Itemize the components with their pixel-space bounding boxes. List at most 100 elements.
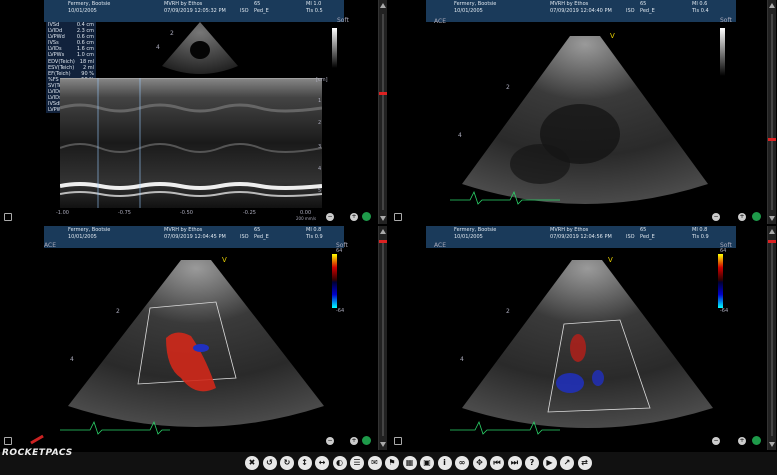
preset-label: Ped_E [640, 8, 655, 14]
grayscale-bar [332, 28, 337, 68]
mmode-time-tick: -1.00 [56, 210, 69, 216]
zoom-out-button[interactable]: − [326, 213, 334, 221]
scroll-up-arrow[interactable] [769, 229, 775, 234]
flip-horizontal-icon[interactable]: ↔ [315, 456, 329, 470]
scroll-down-arrow[interactable] [769, 442, 775, 447]
pane-header: Fermery, Bootsie 10/01/2005 MVRH by Etho… [44, 0, 344, 22]
timestamp: 07/09/2019 12:04:45 PM [164, 234, 226, 240]
lock-icon[interactable] [4, 437, 12, 445]
patient-dob: 10/01/2005 [68, 234, 97, 240]
lock-icon[interactable] [4, 213, 12, 221]
mail-icon[interactable]: ✉ [367, 456, 382, 470]
scroll-up-arrow[interactable] [769, 3, 775, 8]
patient-dob: 10/01/2005 [454, 234, 483, 240]
play-icon[interactable]: ▶ [542, 456, 557, 470]
mmode-time-tick: -0.25 [243, 210, 256, 216]
depth-mark: 4 [156, 44, 160, 51]
move-icon[interactable]: ✥ [472, 456, 487, 470]
iso-label: ISO [626, 8, 635, 14]
flag-icon[interactable]: ⚑ [385, 456, 399, 470]
timestamp: 07/09/2019 12:05:32 PM [164, 8, 226, 14]
frame-slider-top-left[interactable] [378, 0, 387, 224]
db-value: 65 [640, 227, 647, 233]
help-icon[interactable]: ? [525, 456, 539, 470]
slider-knob[interactable] [379, 92, 387, 95]
zoom-out-button[interactable]: − [326, 437, 334, 445]
ecg-trace [450, 420, 560, 435]
system-name: MVRH by Ethos [164, 227, 203, 233]
tis-value: TIs 0.9 [692, 234, 709, 240]
mmode-cm-label: [cm] [316, 77, 328, 83]
grayscale-bar [720, 28, 725, 76]
grid-icon[interactable]: ▦ [402, 456, 417, 470]
frame-slider-top-right[interactable] [767, 0, 776, 224]
mi-value: MI 1.0 [306, 1, 322, 7]
invert-icon[interactable]: ◐ [332, 456, 347, 470]
gain-button[interactable] [362, 212, 371, 221]
m-mode-display [59, 77, 323, 208]
slider-knob[interactable] [379, 240, 387, 243]
mmode-time-unit: 200 mm/s [296, 216, 317, 221]
zoom-in-button[interactable]: + [350, 437, 358, 445]
viewport-top-left[interactable]: Fermery, Bootsie 10/01/2005 MVRH by Etho… [0, 0, 373, 224]
zoom-out-button[interactable]: − [712, 437, 720, 445]
first-frame-icon[interactable]: ⏮ [490, 456, 504, 470]
probe-orientation-marker: V [610, 32, 615, 40]
last-frame-icon[interactable]: ⏭ [507, 456, 522, 470]
zoom-in-button[interactable]: + [738, 437, 746, 445]
iso-label: ISO [240, 8, 249, 14]
flip-vertical-icon[interactable]: ↕ [297, 456, 312, 470]
list-icon[interactable]: ☰ [350, 456, 364, 470]
patient-dob: 10/01/2005 [454, 8, 483, 14]
zoom-out-button[interactable]: − [712, 213, 720, 221]
frame-slider-bottom-right[interactable] [767, 226, 776, 450]
viewport-bottom-left[interactable]: Fermery, Bootsie 10/01/2005 MVRH by Etho… [0, 226, 373, 450]
info-icon[interactable]: i [437, 456, 452, 470]
patient-name: Fermery, Bootsie [454, 1, 497, 7]
scroll-up-arrow[interactable] [380, 229, 386, 234]
2d-sector-thumbnail [162, 22, 238, 74]
share-icon[interactable]: ↗ [560, 456, 574, 470]
lock-icon[interactable] [394, 213, 402, 221]
rotate-left-icon[interactable]: ↺ [262, 456, 277, 470]
slider-knob[interactable] [768, 138, 776, 141]
mmode-time-tick: -0.50 [180, 210, 193, 216]
preset-label: Ped_E [254, 234, 269, 240]
layout-icon[interactable]: ▣ [420, 456, 434, 470]
viewport-bottom-right[interactable]: Fermery, Bootsie 10/01/2005 MVRH by Etho… [390, 226, 765, 450]
preset-label: Ped_E [254, 8, 269, 14]
gain-button[interactable] [362, 436, 371, 445]
zoom-in-button[interactable]: + [350, 213, 358, 221]
depth-mark: 2 [506, 308, 510, 315]
rotate-right-icon[interactable]: ↻ [280, 456, 294, 470]
link-icon[interactable]: ∞ [455, 456, 469, 470]
ecg-trace [60, 420, 170, 435]
mmode-depth-tick: 2 [318, 120, 322, 126]
scroll-down-arrow[interactable] [380, 442, 386, 447]
swap-icon[interactable]: ⇄ [577, 456, 592, 470]
gain-button[interactable] [752, 436, 761, 445]
velocity-scale-bottom: -64 [720, 308, 729, 314]
depth-mark: 4 [70, 356, 74, 363]
mi-value: MI 0.6 [692, 1, 708, 7]
pane-header: Fermery, Bootsie 10/01/2005 MVRH by Etho… [426, 0, 736, 22]
gain-button[interactable] [752, 212, 761, 221]
tis-value: TIs 0.5 [306, 8, 323, 14]
patient-name: Fermery, Bootsie [68, 227, 111, 233]
velocity-scale-bottom: -64 [336, 308, 345, 314]
m-mode-trace [59, 77, 323, 208]
viewport-top-right[interactable]: Fermery, Bootsie 10/01/2005 MVRH by Etho… [390, 0, 765, 224]
timestamp: 07/09/2019 12:04:56 PM [550, 234, 612, 240]
color-scale-bar [718, 254, 723, 308]
depth-mark: 2 [170, 30, 174, 37]
scroll-up-arrow[interactable] [380, 3, 386, 8]
scroll-down-arrow[interactable] [769, 216, 775, 221]
tis-value: TIs 0.9 [306, 234, 323, 240]
zoom-in-button[interactable]: + [738, 213, 746, 221]
slider-knob[interactable] [768, 240, 776, 243]
lock-icon[interactable] [394, 437, 402, 445]
fit-icon[interactable]: ✖ [245, 456, 259, 470]
scroll-down-arrow[interactable] [380, 216, 386, 221]
frame-slider-bottom-left[interactable] [378, 226, 387, 450]
brand-logo: ROCKETPACS [2, 448, 73, 458]
